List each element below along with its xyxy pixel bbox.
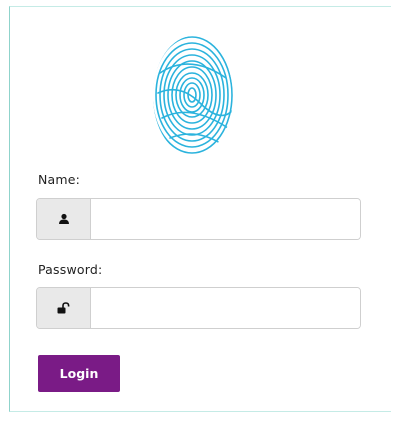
user-icon — [58, 213, 69, 224]
password-addon — [37, 288, 91, 328]
login-button[interactable]: Login — [38, 355, 120, 392]
login-card: Name: Password: Login — [9, 6, 391, 412]
fingerprint-icon — [153, 36, 233, 154]
password-label: Password: — [38, 262, 103, 277]
name-label: Name: — [38, 172, 81, 187]
name-input[interactable] — [91, 199, 360, 239]
password-input-group — [36, 287, 361, 329]
unlock-icon — [57, 302, 69, 314]
user-addon — [37, 199, 91, 239]
password-input[interactable] — [91, 288, 360, 328]
name-input-group — [36, 198, 361, 240]
